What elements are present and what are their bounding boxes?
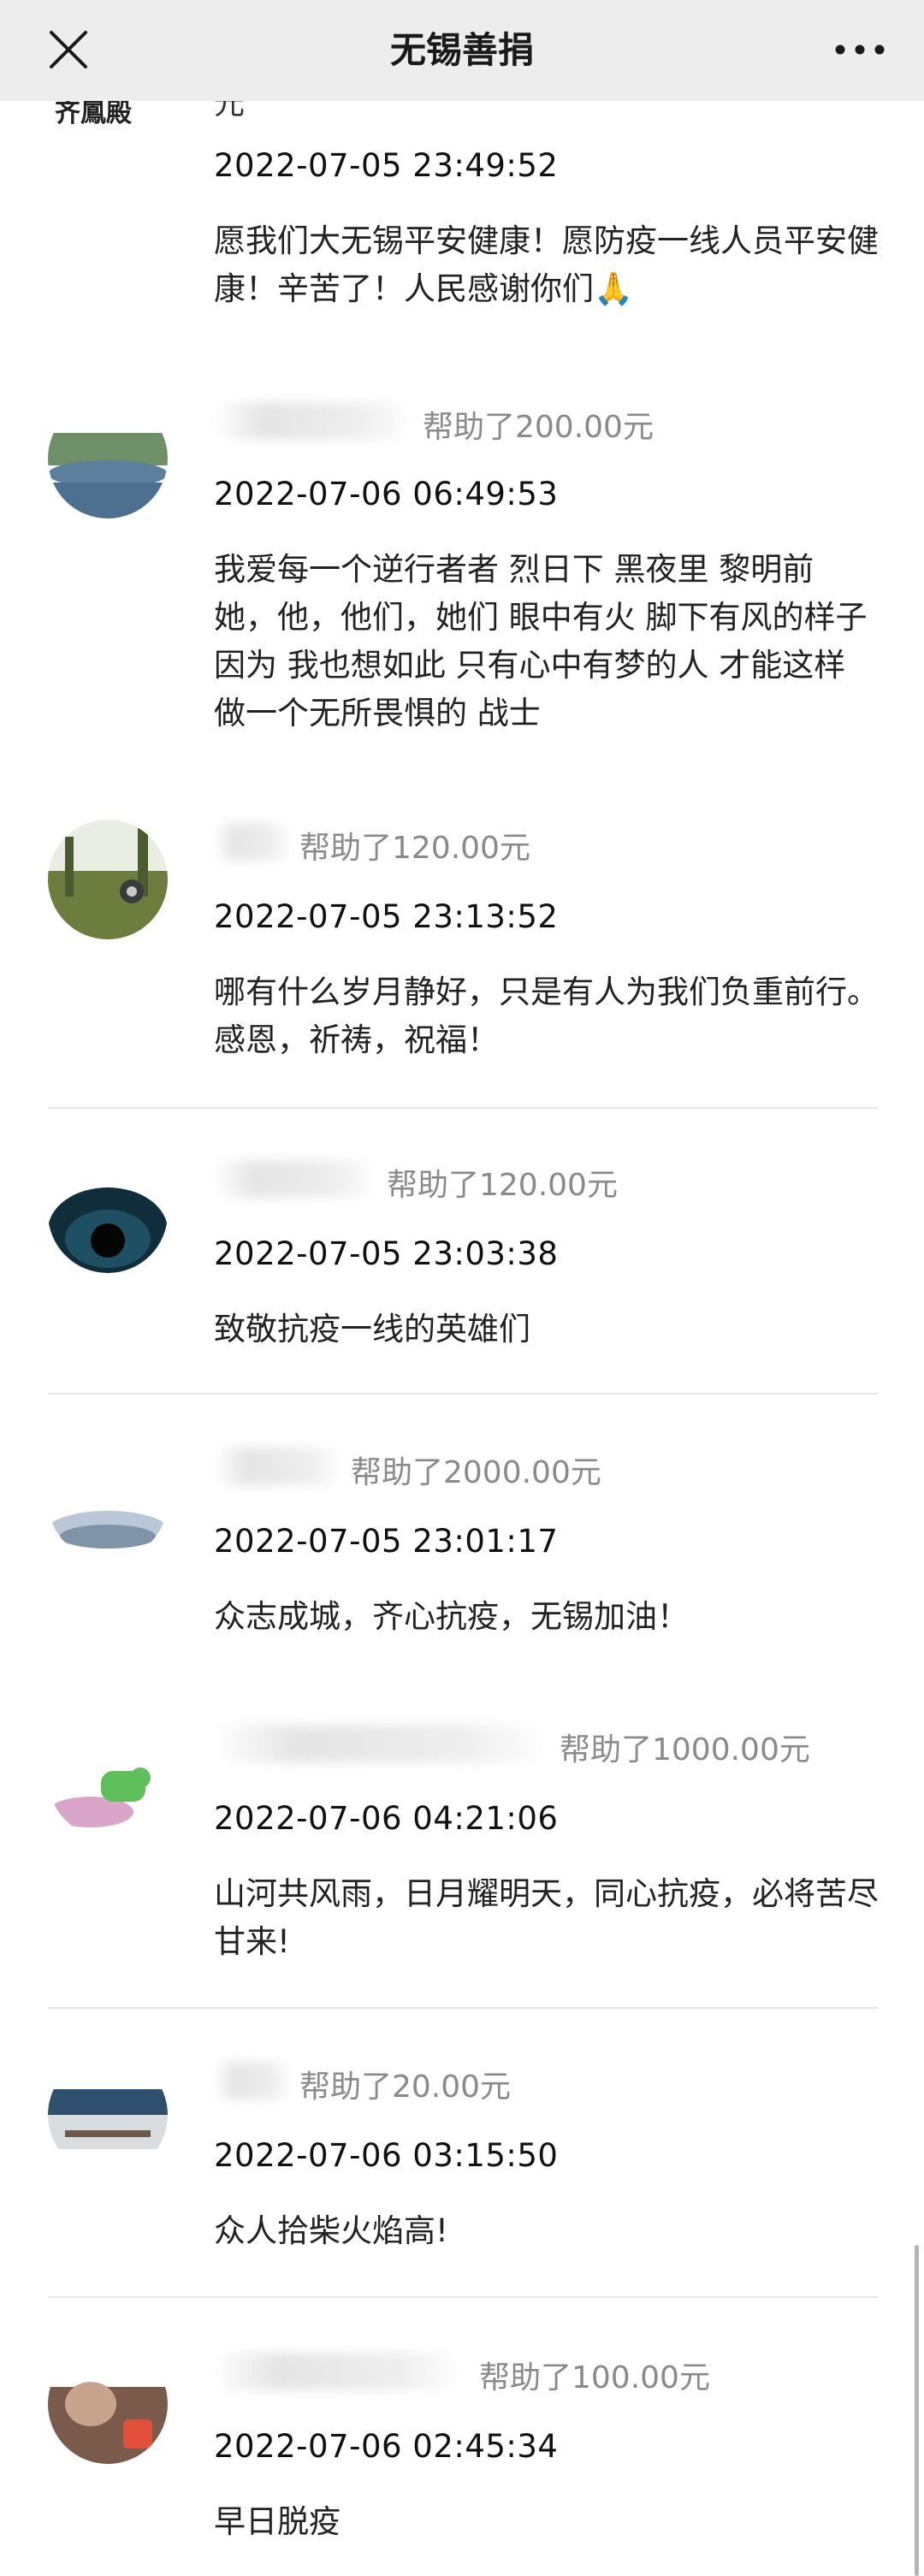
message-text: 山河共风雨，日月耀明天，同心抗疫，必将苦尽甘来!	[214, 1875, 879, 1960]
divider	[48, 2296, 878, 2298]
message-text: 哪有什么岁月静好，只是有人为我们负重前行。感恩，祈祷，祝福！	[214, 974, 879, 1058]
donor-name-blurred	[214, 2353, 462, 2390]
header-bar: 无锡善捐	[0, 0, 924, 101]
message-text: 致敬抗疫一线的英雄们	[214, 1311, 530, 1347]
divider	[48, 2007, 878, 2009]
donor-name-blurred	[214, 1160, 376, 1198]
avatar[interactable]	[48, 820, 168, 939]
donor-name-blurred	[214, 1725, 548, 1762]
donation-amount: 帮助了200.00元	[423, 410, 654, 445]
timestamp: 2022-07-05 23:03:38	[214, 1235, 559, 1272]
donation-feed: 齐鳳殿 元 2022-07-05 23:49:52 愿我们大无锡平安健康！愿防疫…	[0, 0, 924, 2576]
timestamp: 2022-07-06 04:21:06	[214, 1800, 559, 1837]
avatar[interactable]	[48, 2055, 168, 2175]
message-text: 众志成城，齐心抗疫，无锡加油！	[214, 1598, 689, 1635]
timestamp: 2022-07-06 03:15:50	[214, 2137, 559, 2174]
avatar[interactable]	[48, 1153, 168, 1273]
donation-amount: 帮助了1000.00元	[560, 1732, 810, 1768]
avatar[interactable]	[48, 399, 168, 518]
avatar[interactable]	[48, 1441, 168, 1560]
avatar[interactable]	[48, 1718, 168, 1838]
svg-text:齐鳳殿: 齐鳳殿	[55, 98, 132, 128]
donation-amount: 帮助了120.00元	[299, 831, 530, 866]
donor-name-blurred	[214, 1448, 342, 1485]
scrollbar[interactable]	[915, 2245, 919, 2576]
timestamp: 2022-07-05 23:49:52	[214, 147, 559, 184]
message-text: 愿我们大无锡平安健康！愿防疫一线人员平安健康！辛苦了！人民感谢你们🙏	[214, 222, 879, 307]
donor-name-blurred	[214, 2062, 293, 2099]
page-title: 无锡善捐	[389, 29, 534, 71]
divider	[48, 1393, 878, 1395]
message-text: 我爱每一个逆行者者 烈日下 黑夜里 黎明前 她，他，他们，她们 眼中有火 脚下有…	[214, 551, 868, 731]
donor-name-blurred	[214, 823, 291, 861]
timestamp: 2022-07-05 23:01:17	[214, 1523, 559, 1560]
message-text: 早日脱疫	[214, 2503, 341, 2540]
timestamp: 2022-07-06 06:49:53	[214, 476, 559, 512]
donation-amount: 帮助了100.00元	[479, 2360, 710, 2395]
timestamp: 2022-07-06 02:45:34	[214, 2428, 559, 2465]
donation-amount: 帮助了20.00元	[299, 2070, 512, 2105]
timestamp: 2022-07-05 23:13:52	[214, 898, 559, 935]
more-icon[interactable]	[830, 33, 890, 67]
donation-amount: 帮助了2000.00元	[351, 1455, 601, 1490]
message-text: 众人拾柴火焰高!	[214, 2212, 448, 2249]
donation-amount: 帮助了120.00元	[387, 1168, 618, 1203]
avatar[interactable]	[48, 2344, 168, 2464]
divider	[48, 1107, 878, 1109]
donor-name-blurred	[214, 402, 411, 440]
